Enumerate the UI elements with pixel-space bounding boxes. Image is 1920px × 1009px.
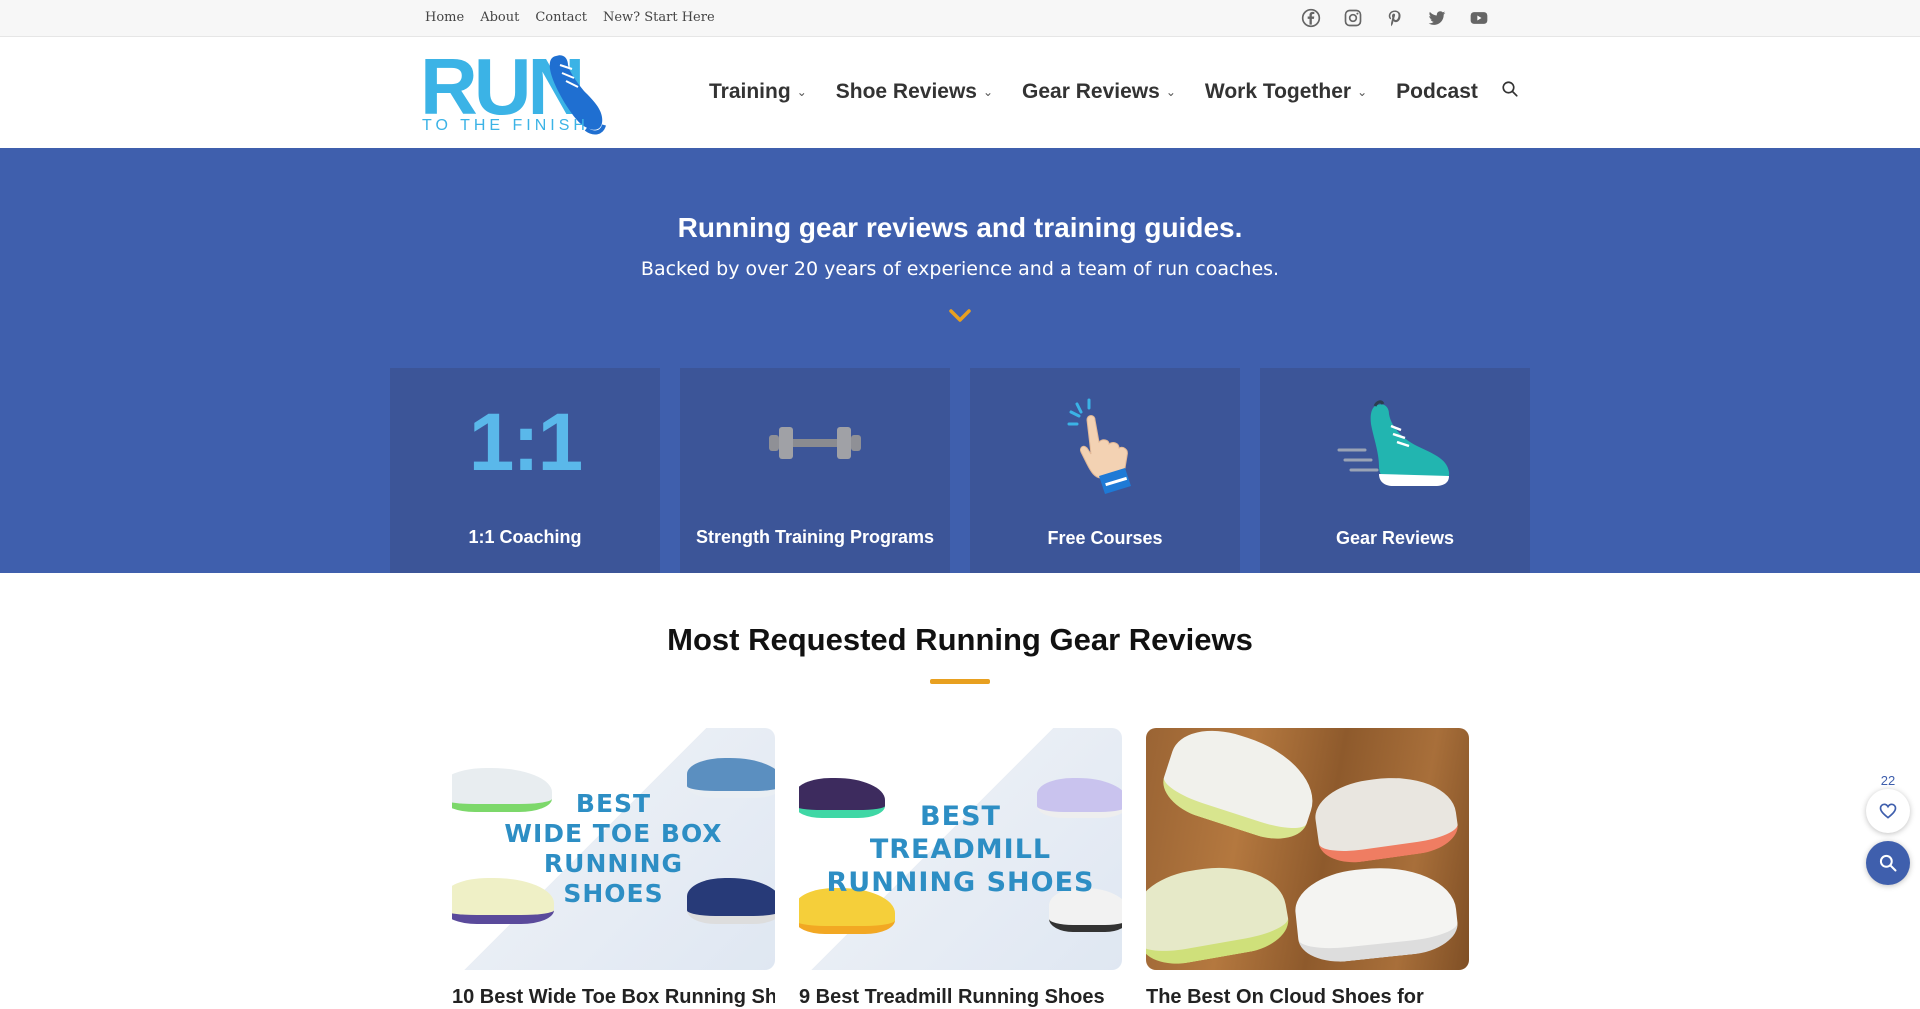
top-link-contact[interactable]: Contact xyxy=(535,10,587,25)
shoe-image xyxy=(1291,859,1461,967)
chevron-down-icon[interactable] xyxy=(948,308,972,329)
logo-tagline: TO THE FINISH xyxy=(422,117,589,134)
top-links: Home About Contact New? Start Here xyxy=(425,10,715,25)
post-card[interactable]: The Best On Cloud Shoes for xyxy=(1146,728,1469,1009)
pointing-hand-icon xyxy=(970,396,1240,496)
main-nav: Training ⌄ Shoe Reviews ⌄ Gear Reviews ⌄… xyxy=(709,80,1519,104)
top-link-start-here[interactable]: New? Start Here xyxy=(603,10,715,25)
hero-subtitle: Backed by over 20 years of experience an… xyxy=(640,258,1280,280)
chevron-down-icon: ⌄ xyxy=(1357,85,1368,99)
feature-cards: 1:1 1:1 Coaching Strength Training Progr… xyxy=(390,368,1530,573)
card-free-courses-label: Free Courses xyxy=(1047,528,1163,548)
post-card[interactable]: BEST TREADMILL RUNNING SHOES 9 Best Trea… xyxy=(799,728,1122,1009)
top-link-about[interactable]: About xyxy=(480,10,519,25)
thumbnail-text: BEST TREADMILL RUNNING SHOES xyxy=(826,800,1095,898)
post-card[interactable]: BEST WIDE TOE BOX RUNNING SHOES 10 Best … xyxy=(452,728,775,1009)
hero-title: Running gear reviews and training guides… xyxy=(677,212,1243,243)
instagram-icon[interactable] xyxy=(1342,7,1364,29)
section-title: Most Requested Running Gear Reviews xyxy=(667,622,1253,657)
thumbnail-text: BEST WIDE TOE BOX RUNNING SHOES xyxy=(504,789,723,908)
nav-shoe-reviews[interactable]: Shoe Reviews ⌄ xyxy=(836,80,993,104)
nav-gear-reviews[interactable]: Gear Reviews ⌄ xyxy=(1022,80,1176,104)
social-icons xyxy=(1300,7,1490,29)
card-strength[interactable]: Strength Training Programs xyxy=(680,368,950,573)
search-icon xyxy=(1879,854,1897,872)
post-thumbnail: BEST WIDE TOE BOX RUNNING SHOES xyxy=(452,728,775,970)
chevron-down-icon: ⌄ xyxy=(796,85,807,99)
favorite-button[interactable] xyxy=(1866,789,1910,833)
top-link-home[interactable]: Home xyxy=(425,10,464,25)
site-logo[interactable]: RUN TO THE FINISH xyxy=(420,47,606,137)
nav-work-together-label: Work Together xyxy=(1204,80,1352,103)
post-thumbnail: BEST TREADMILL RUNNING SHOES xyxy=(799,728,1122,970)
card-free-courses[interactable]: Free Courses xyxy=(970,368,1240,573)
nav-training-label: Training xyxy=(709,80,791,103)
card-coaching-label: 1:1 Coaching xyxy=(468,527,582,547)
card-coaching[interactable]: 1:1 1:1 Coaching xyxy=(390,368,660,573)
shoe-image xyxy=(1155,728,1327,849)
nav-work-together[interactable]: Work Together ⌄ xyxy=(1205,80,1367,104)
nav-podcast[interactable]: Podcast xyxy=(1396,80,1478,104)
card-gear-reviews[interactable]: Gear Reviews xyxy=(1260,368,1530,573)
shoe-image xyxy=(1311,768,1461,868)
shoe-image xyxy=(1146,855,1293,970)
hero-section: Running gear reviews and training guides… xyxy=(0,148,1920,573)
heart-icon xyxy=(1879,803,1897,819)
top-bar: Home About Contact New? Start Here xyxy=(0,0,1920,37)
facebook-icon[interactable] xyxy=(1300,7,1322,29)
card-strength-label: Strength Training Programs xyxy=(695,527,935,547)
one-on-one-icon: 1:1 xyxy=(468,397,584,488)
dumbbell-icon xyxy=(680,393,950,493)
post-grid: BEST WIDE TOE BOX RUNNING SHOES 10 Best … xyxy=(452,728,1469,1009)
chevron-down-icon: ⌄ xyxy=(982,85,994,99)
post-title: 9 Best Treadmill Running Shoes xyxy=(799,986,1105,1008)
card-gear-reviews-label: Gear Reviews xyxy=(1335,528,1455,548)
post-title: The Best On Cloud Shoes for xyxy=(1146,986,1424,1008)
search-icon[interactable] xyxy=(1501,80,1519,104)
post-title: 10 Best Wide Toe Box Running Shoes xyxy=(452,986,775,1008)
nav-podcast-label: Podcast xyxy=(1396,80,1478,103)
chevron-down-icon: ⌄ xyxy=(1165,85,1176,99)
site-header: RUN TO THE FINISH Training ⌄ Shoe Review… xyxy=(0,37,1920,148)
youtube-icon[interactable] xyxy=(1468,7,1490,29)
nav-shoe-reviews-label: Shoe Reviews xyxy=(835,80,977,103)
pinterest-icon[interactable] xyxy=(1384,7,1406,29)
nav-gear-reviews-label: Gear Reviews xyxy=(1022,80,1160,103)
post-thumbnail xyxy=(1146,728,1469,970)
nav-training[interactable]: Training ⌄ xyxy=(709,80,807,104)
running-shoe-icon xyxy=(1260,394,1530,494)
twitter-icon[interactable] xyxy=(1426,7,1448,29)
favorites-count: 22 xyxy=(1880,773,1896,788)
section-divider xyxy=(930,679,990,684)
floating-search-button[interactable] xyxy=(1866,841,1910,885)
